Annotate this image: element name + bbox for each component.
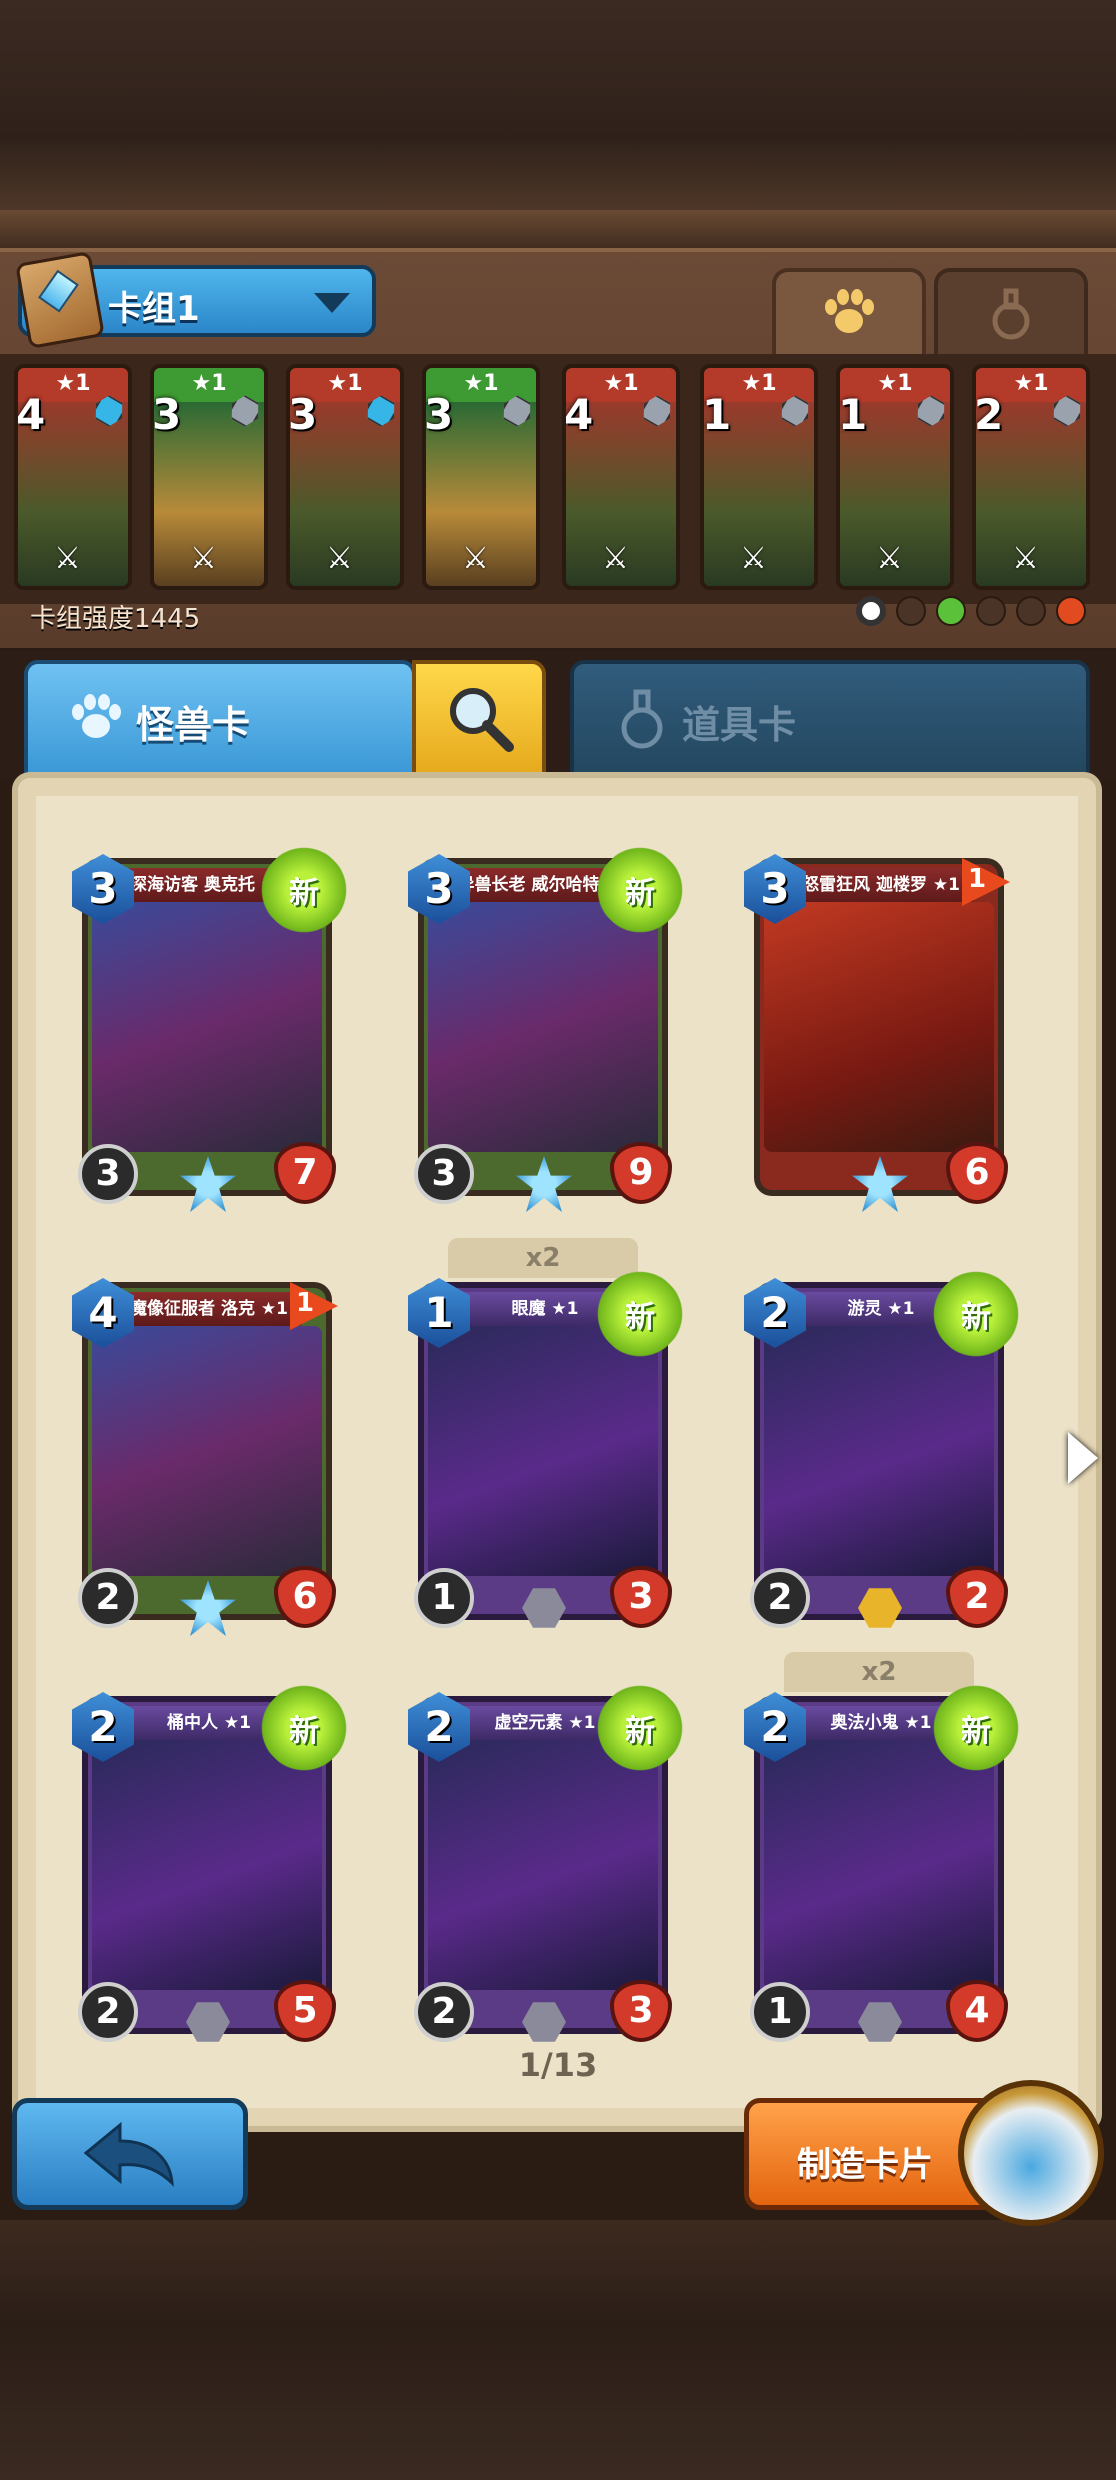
back-arrow-icon [83,2121,174,2187]
deck-card[interactable]: ★1 4 ⚔ [14,364,132,590]
monster-card[interactable]: 异兽长老 威尔哈特 ★1 3 新 3 9 [408,830,700,1218]
deck-card[interactable]: ★1 3 ⚔ [286,364,404,590]
card-attack: 2 [78,1568,138,1628]
sword-icon: ⚔ [462,541,489,576]
monster-card[interactable]: x2 奥法小鬼 ★1 2 新 1 4 [744,1652,1036,2056]
card-attack: 1 [750,1982,810,2042]
deck-power: 卡组强度1445 [30,604,201,634]
new-badge-label: 新 [625,1714,655,1749]
card-art [92,902,322,1152]
monster-card[interactable]: 桶中人 ★1 2 新 2 5 [72,1668,364,2056]
new-badge-label: 新 [961,1714,991,1749]
sword-icon: ⚔ [190,541,217,576]
deck-card[interactable]: ★1 3 ⚔ [422,364,540,590]
new-badge-label: 新 [961,1300,991,1335]
element-neutral-icon[interactable] [856,596,886,626]
deck-card[interactable]: ★1 2 ⚔ [972,364,1090,590]
bottom-wood-background [0,2220,1116,2480]
element-water-icon[interactable] [976,596,1006,626]
new-badge-label: 新 [625,876,655,911]
deck-book-icon [15,251,105,349]
top-wood-background [0,0,1116,250]
sword-icon: ⚔ [876,541,903,576]
card-art [764,1740,994,1990]
card-attack: 2 [78,1982,138,2042]
deck-card[interactable]: ★1 1 ⚔ [700,364,818,590]
element-earth-icon[interactable] [1016,596,1046,626]
deck-card-cost: 1 [702,390,732,439]
card-art [92,1740,322,1990]
card-art [764,1326,994,1576]
card-attack: 1 [414,1568,474,1628]
sword-icon: ⚔ [602,541,629,576]
element-dark-icon[interactable] [896,596,926,626]
new-badge-label: 新 [625,1300,655,1335]
card-art [428,902,658,1152]
search-icon [450,688,514,752]
card-art [764,902,994,1152]
deck-card[interactable]: ★1 1 ⚔ [836,364,954,590]
monster-card[interactable]: 怒雷狂风 迦楼罗 ★1 3 1 6 [744,838,1014,1218]
sword-icon: ⚔ [1012,541,1039,576]
tab-monster-label: 怪兽卡 [136,703,251,747]
deck-card-cost: 4 [564,390,594,439]
chevron-down-icon [314,293,350,313]
card-attack: 2 [750,1568,810,1628]
search-button[interactable] [412,660,546,778]
page-indicator: 1/13 [518,2046,598,2084]
potion-jar-icon[interactable] [958,2080,1104,2226]
element-fire-icon[interactable] [1056,596,1086,626]
monster-card[interactable]: x2 眼魔 ★1 1 新 1 3 [408,1238,700,1642]
sword-icon: ⚔ [54,541,81,576]
next-page-icon[interactable] [1068,1432,1098,1484]
card-count: x2 [784,1652,974,1692]
deck-name: 卡组1 [108,289,200,329]
monster-card[interactable]: 魔像征服者 洛克 ★1 4 1 2 6 [72,1262,342,1642]
sword-icon: ⚔ [740,541,767,576]
tab-items-label: 道具卡 [682,703,797,747]
card-art [428,1740,658,1990]
monster-card[interactable]: 虚空元素 ★1 2 新 2 3 [408,1668,700,2056]
flask-icon [992,288,1030,340]
card-attack: 3 [78,1144,138,1204]
card-name: 怒雷狂风 迦楼罗 ★1 [786,868,976,902]
deck-tab-items[interactable] [934,268,1088,354]
deck-tab-monster[interactable] [772,268,926,354]
tab-monster-cards[interactable]: 怪兽卡 [24,660,416,778]
paw-icon [72,694,121,738]
deck-card-cost: 2 [974,390,1004,439]
paw-icon [825,289,874,333]
deck-card-cost: 3 [152,390,182,439]
tab-item-cards[interactable]: 道具卡 [570,660,1090,778]
back-button[interactable] [12,2098,248,2210]
flask-icon [621,689,663,749]
element-nature-icon[interactable] [936,596,966,626]
craft-card-label: 制造卡片 [797,2145,933,2185]
new-badge-label: 新 [289,876,319,911]
card-count: x2 [448,1238,638,1278]
deck-card[interactable]: ★1 4 ⚔ [562,364,680,590]
new-badge-label: 新 [289,1714,319,1749]
deck-selector[interactable]: 卡组1 [15,251,376,349]
deck-card-cost: 4 [16,390,46,439]
card-attack: 2 [414,1982,474,2042]
monster-card[interactable]: 游灵 ★1 2 新 2 2 [744,1254,1036,1642]
sword-icon: ⚔ [326,541,353,576]
monster-card[interactable]: 深海访客 奥克托 ★1 3 新 3 7 [72,830,364,1218]
deck-card[interactable]: ★1 3 ⚔ [150,364,268,590]
card-art [92,1326,322,1576]
card-attack: 3 [414,1144,474,1204]
deck-card-cost: 3 [288,390,318,439]
card-art [428,1326,658,1576]
card-name: 魔像征服者 洛克 ★1 [114,1292,304,1326]
deck-card-cost: 1 [838,390,868,439]
element-filter [856,596,1086,626]
deck-card-cost: 3 [424,390,454,439]
